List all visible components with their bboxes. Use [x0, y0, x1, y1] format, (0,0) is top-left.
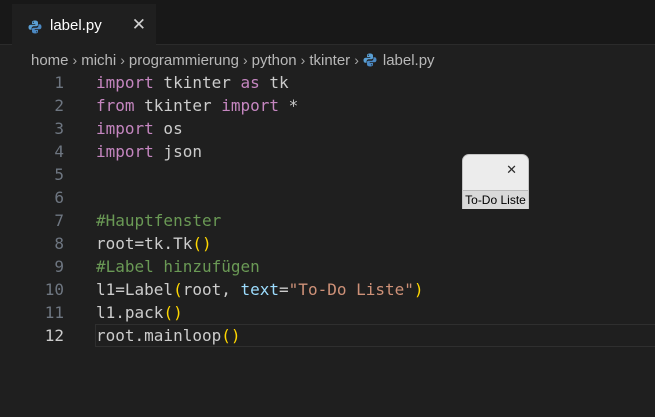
tab-bar-empty: [156, 0, 655, 45]
code-line[interactable]: 7 #Hauptfenster: [0, 209, 655, 232]
code-token: root=tk.Tk: [96, 234, 193, 253]
line-number: 9: [54, 257, 64, 276]
line-number: 11: [44, 303, 64, 322]
line-number: 1: [54, 73, 64, 92]
code-token: (: [173, 280, 183, 299]
code-token: from: [96, 96, 135, 115]
tk-label-todo: To-Do Liste: [463, 190, 528, 209]
code-token: os: [153, 119, 183, 138]
breadcrumb-item-file[interactable]: label.py: [383, 52, 435, 69]
code-token: tkinter: [134, 96, 222, 115]
code-text: #Hauptfenster: [96, 209, 221, 232]
code-line[interactable]: 5: [0, 163, 655, 186]
code-text: l1.pack(): [96, 301, 183, 324]
chevron-right-icon: ›: [354, 52, 359, 68]
code-text: import os: [96, 117, 183, 140]
code-token: as: [240, 73, 260, 92]
line-number: 7: [54, 211, 64, 230]
code-token: tk: [259, 73, 289, 92]
line-number: 4: [54, 142, 64, 161]
code-text: #Label hinzufügen: [96, 255, 260, 278]
chevron-right-icon: ›: [72, 52, 78, 68]
code-token: root,: [182, 280, 241, 299]
chevron-right-icon: ›: [120, 52, 125, 68]
line-number: 2: [54, 96, 64, 115]
line-number: 3: [54, 119, 64, 138]
code-editor[interactable]: 1 import tkinter as tk 2 from tkinter impor…: [0, 72, 655, 417]
python-file-icon: [28, 19, 42, 33]
code-token: import: [96, 73, 154, 92]
chevron-right-icon: ›: [300, 52, 306, 68]
close-icon[interactable]: ✕: [132, 15, 146, 35]
line-number: 10: [44, 280, 64, 299]
tab-label-py[interactable]: label.py ✕: [12, 4, 156, 45]
code-token: import: [96, 142, 154, 161]
code-text: from tkinter import *: [96, 94, 298, 117]
code-token: (): [163, 303, 183, 322]
breadcrumb-item-python[interactable]: python: [252, 52, 297, 69]
code-line[interactable]: 11 l1.pack(): [0, 301, 655, 324]
code-line[interactable]: 9 #Label hinzufügen: [0, 255, 655, 278]
code-text: root=tk.Tk(): [96, 232, 212, 255]
code-token: import: [221, 96, 280, 115]
chevron-right-icon: ›: [242, 52, 248, 68]
code-line[interactable]: 10 l1=Label(root, text="To-Do Liste"): [0, 278, 655, 301]
code-token: *: [279, 96, 299, 115]
code-token: #Hauptfenster: [96, 211, 222, 230]
code-token: (): [221, 326, 241, 345]
close-icon[interactable]: ✕: [506, 164, 517, 178]
code-token: (): [192, 234, 212, 253]
code-token: import: [96, 119, 154, 138]
code-text: l1=Label(root, text="To-Do Liste"): [96, 278, 424, 301]
code-line[interactable]: 6: [0, 186, 655, 209]
line-number: 12: [44, 326, 64, 345]
code-line[interactable]: 8 root=tk.Tk(): [0, 232, 655, 255]
code-line[interactable]: 4 import json: [0, 140, 655, 163]
code-line[interactable]: 3 import os: [0, 117, 655, 140]
python-file-icon: [363, 53, 377, 67]
code-token: ): [413, 280, 424, 299]
tk-preview-window[interactable]: ✕ To-Do Liste: [462, 154, 529, 209]
code-token: text: [240, 280, 280, 299]
breadcrumb-item-home[interactable]: home: [31, 52, 69, 69]
code-token: "To-Do Liste": [288, 280, 414, 299]
code-text: import tkinter as tk: [96, 71, 289, 94]
code-line[interactable]: 2 from tkinter import *: [0, 94, 655, 117]
line-number: 5: [54, 165, 64, 184]
code-token: l1.pack: [96, 303, 164, 322]
code-line[interactable]: 1 import tkinter as tk: [0, 71, 655, 94]
code-token: #Label hinzufügen: [96, 257, 260, 276]
breadcrumb-item-tkinter[interactable]: tkinter: [309, 52, 350, 69]
code-line[interactable]: 12 root.mainloop(): [0, 324, 655, 347]
code-token: root.mainloop: [96, 326, 222, 345]
tab-title: label.py: [50, 17, 102, 34]
code-token: json: [153, 142, 202, 161]
code-token: l1=Label: [96, 280, 174, 299]
code-text: import json: [96, 140, 202, 163]
tab-bar: label.py ✕: [0, 0, 655, 45]
line-number: 8: [54, 234, 64, 253]
code-token: =: [279, 280, 289, 299]
breadcrumb: home › michi › programmierung › python ›…: [31, 50, 435, 70]
code-text: root.mainloop(): [96, 324, 241, 347]
line-number: 6: [54, 188, 64, 207]
code-token: tkinter: [153, 73, 241, 92]
breadcrumb-item-michi[interactable]: michi: [81, 52, 116, 69]
breadcrumb-item-programmierung[interactable]: programmierung: [129, 52, 239, 69]
